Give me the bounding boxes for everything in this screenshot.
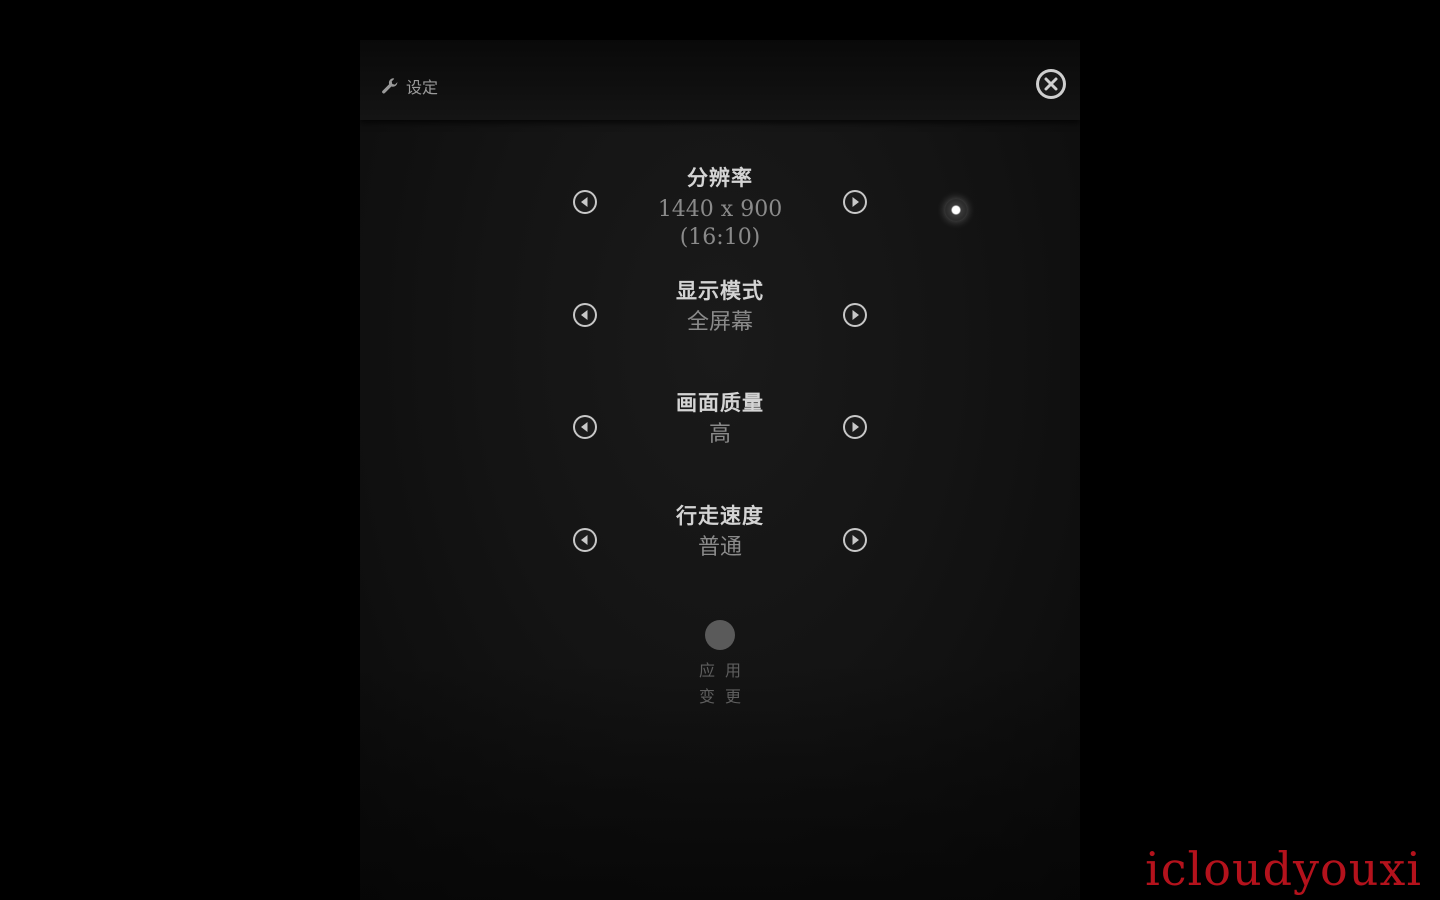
close-button[interactable] — [1036, 69, 1066, 99]
resolution-radio[interactable] — [944, 198, 968, 222]
setting-value-walk-speed: 普通 — [697, 535, 742, 560]
setting-quality: 画面质量 高 — [360, 390, 1080, 449]
display-mode-next-button[interactable] — [843, 303, 867, 327]
settings-panel: 设定 分辨率 1440 x 900 (16:10) 显示模式 全屏幕 画面质量 … — [360, 40, 1080, 900]
quality-prev-button[interactable] — [573, 415, 597, 439]
setting-value-aspect: (16:10) — [679, 225, 761, 250]
arrow-left-icon — [575, 417, 595, 437]
display-mode-prev-button[interactable] — [573, 303, 597, 327]
wrench-icon — [380, 76, 400, 96]
panel-header: 设定 — [360, 40, 1080, 120]
arrow-right-icon — [845, 530, 865, 550]
setting-value-display-mode: 全屏幕 — [686, 310, 753, 335]
walk-speed-next-button[interactable] — [843, 528, 867, 552]
watermark: icloudyouxi — [1145, 842, 1422, 896]
arrow-left-icon — [575, 530, 595, 550]
arrow-right-icon — [845, 417, 865, 437]
setting-resolution: 分辨率 1440 x 900 (16:10) — [360, 165, 1080, 252]
resolution-prev-button[interactable] — [573, 190, 597, 214]
quality-next-button[interactable] — [843, 415, 867, 439]
apply-label[interactable]: 应用 变更 — [360, 658, 1080, 710]
arrow-left-icon — [575, 192, 595, 212]
close-icon — [1039, 72, 1063, 96]
arrow-right-icon — [845, 305, 865, 325]
setting-label-walk-speed: 行走速度 — [676, 503, 764, 528]
arrow-left-icon — [575, 305, 595, 325]
header-title-group: 设定 — [380, 74, 438, 98]
apply-label-line1: 应用 — [698, 661, 751, 680]
resolution-next-button[interactable] — [843, 190, 867, 214]
walk-speed-prev-button[interactable] — [573, 528, 597, 552]
game-screen: 设定 分辨率 1440 x 900 (16:10) 显示模式 全屏幕 画面质量 … — [0, 0, 1440, 900]
apply-label-line2: 变更 — [698, 687, 751, 706]
setting-label-quality: 画面质量 — [676, 390, 764, 415]
apply-button[interactable] — [705, 620, 735, 650]
arrow-right-icon — [845, 192, 865, 212]
setting-value-quality: 高 — [708, 422, 731, 447]
setting-walk-speed: 行走速度 普通 — [360, 503, 1080, 562]
header-title: 设定 — [406, 78, 439, 97]
setting-label-resolution: 分辨率 — [687, 165, 753, 190]
setting-display-mode: 显示模式 全屏幕 — [360, 278, 1080, 337]
setting-value-resolution: 1440 x 900 — [657, 197, 783, 222]
setting-label-display-mode: 显示模式 — [676, 278, 764, 303]
